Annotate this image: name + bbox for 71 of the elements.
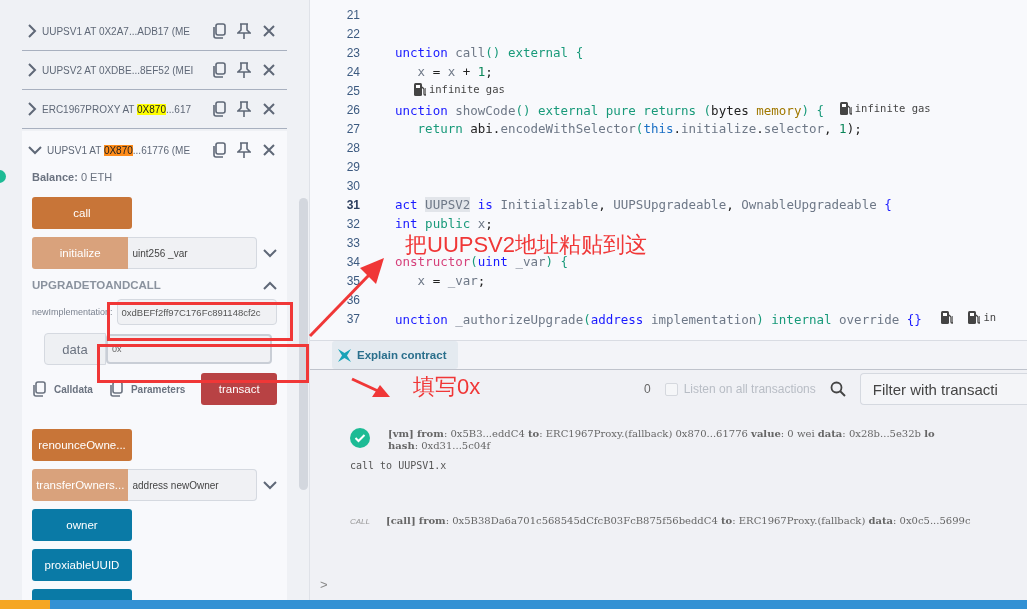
code-line: act UUPSV2 is Initializable, UUPSUpgradeable, OwnableUpgradeable { [395, 197, 892, 212]
line-number: 27 [345, 121, 361, 136]
log-line: [vm] from: 0x5B3...eddC4 to: ERC1967Proxy.(fallback) 0x870...61776 value: 0 wei data: 0x28b...5e32b lo [388, 428, 935, 440]
fuel-pump-icon [968, 310, 981, 324]
line-number: 26 [345, 102, 361, 117]
arrow-drawing [350, 377, 392, 399]
filter-field[interactable]: Filter with transacti [859, 373, 1027, 405]
fuel-pump-icon [413, 82, 426, 96]
success-check-icon [350, 428, 370, 448]
balance-text: Balance: 0 ETH [32, 171, 114, 183]
function-button[interactable]: renounceOwne... [32, 429, 132, 461]
contract-instance-title: UUPSV2 AT 0XDBE...8EF52 (MEI [42, 64, 195, 76]
prompt-symbol: > [320, 577, 328, 592]
parameter-field[interactable]: 0xdBEFf2ff97C176Fc891148cf2c [116, 299, 277, 325]
fuel-pump-icon [940, 310, 953, 324]
chevron-right-icon [28, 63, 37, 77]
line-number: 37 [345, 311, 361, 326]
chevron-down-icon [28, 145, 42, 155]
chevron-right-icon [28, 102, 37, 116]
chevron-up-icon[interactable] [263, 280, 277, 290]
code-line: infinite gas [395, 82, 505, 99]
calldata-button[interactable]: Calldata [54, 383, 93, 395]
line-number: 21 [345, 7, 361, 22]
line-number: 32 [345, 216, 361, 231]
search-icon[interactable] [829, 381, 846, 397]
code-line: int public x; [395, 216, 493, 231]
code-line: unction _authorizeUpgrade(address implementation) internal override {} in [395, 310, 997, 327]
line-number: 23 [345, 45, 361, 60]
data-label: data [44, 333, 106, 365]
log-line: [call] from: 0x5B38Da6a701c568545dCfcB03FcB875f56beddC4 to: ERC1967Proxy.(fallback) data: 0x0c5...5699c [386, 515, 971, 527]
line-number: 25 [345, 83, 361, 98]
transaction-count: 0 [644, 382, 651, 396]
function-button[interactable]: call [32, 197, 132, 229]
line-number: 34 [345, 254, 361, 269]
line-number: 29 [345, 159, 361, 174]
copy-icon[interactable] [32, 381, 46, 397]
code-line: x = x + 1; [416, 64, 493, 79]
code-line: return abi.encodeWithSelector(this.initialize.selector, 1); [416, 121, 862, 136]
chevron-down-icon[interactable] [263, 480, 277, 490]
code-line: unction showCode() external pure returns (bytes memory) { infinite gas [395, 101, 931, 118]
line-number: 30 [345, 178, 361, 193]
chevron-right-icon [28, 24, 37, 38]
code-line: unction call() external { [395, 45, 584, 60]
annotation-text: 填写0x [413, 373, 481, 401]
line-number: 35 [345, 273, 361, 288]
function-button[interactable]: owner [32, 509, 132, 541]
chevron-down-icon[interactable] [263, 248, 277, 258]
line-number: 28 [345, 140, 361, 155]
contract-instance-header[interactable]: UUPSV1 AT 0X2A7...ADB17 (ME [22, 12, 287, 51]
parameters-button[interactable]: Parameters [130, 383, 186, 395]
contract-instance-header[interactable]: UUPSV2 AT 0XDBE...8EF52 (MEI [22, 51, 287, 90]
fuel-pump-icon [839, 101, 852, 115]
function-button[interactable]: proxiableUUID [32, 549, 132, 581]
line-number: 22 [345, 26, 361, 41]
copy-icon[interactable] [108, 381, 123, 397]
argument-field[interactable]: uint256 _var [128, 237, 257, 269]
line-number: 33 [345, 235, 361, 250]
transact-button[interactable]: transact [201, 373, 277, 405]
annotation-text: 把UUPSV2地址粘贴到这 [405, 231, 648, 257]
log-line: hash: 0xd31...5c04f [388, 440, 492, 452]
argument-field[interactable]: address newOwner [128, 469, 257, 501]
line-number: 24 [345, 64, 361, 79]
explain-contract-button[interactable]: Explain contract [332, 341, 459, 369]
contract-instance-title: UUPSV1 AT 0X2A7...ADB17 (ME [42, 25, 192, 37]
code-line: x = _var; [416, 273, 486, 288]
call-label: CALL [350, 516, 371, 527]
code-line: onstructor(uint _var) { [395, 254, 569, 269]
function-title: UPGRADETOANDCALL [32, 279, 161, 291]
log-note: call to UUPSV1.x [349, 459, 448, 471]
sparkle-icon [338, 348, 351, 362]
line-number: 31 [345, 197, 361, 212]
